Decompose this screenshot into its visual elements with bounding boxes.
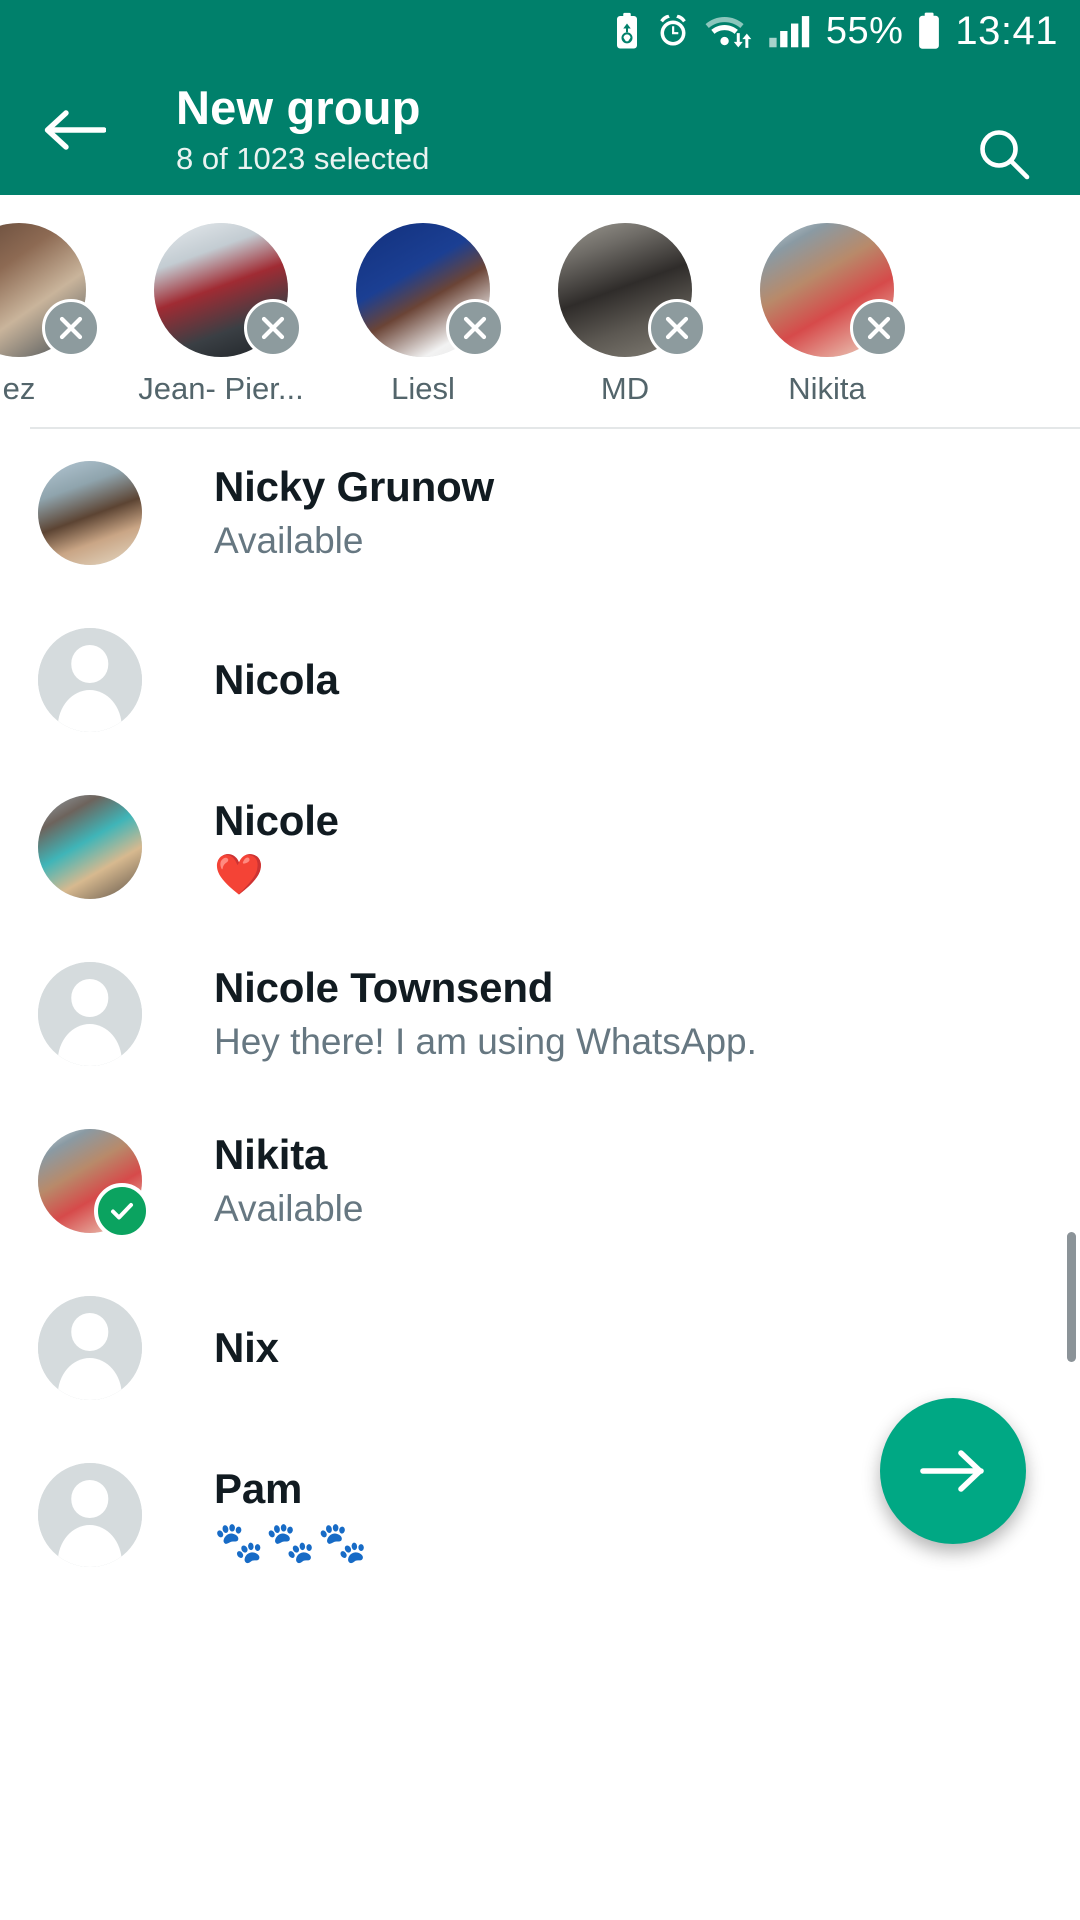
contact-list[interactable]: Nicky Grunow Available Nicola Nicole ❤️ Nicol…: [0, 429, 1080, 1920]
app-bar: New group 8 of 1023 selected: [0, 62, 1080, 195]
wifi-icon: [704, 12, 756, 50]
contact-row[interactable]: Nicole ❤️: [0, 763, 1080, 930]
contact-status-label: Available: [214, 1187, 364, 1229]
chip-name-label: Jean- Pier...: [138, 371, 304, 406]
signal-icon: [769, 12, 813, 50]
remove-chip-button[interactable]: [850, 299, 908, 357]
close-icon: [867, 316, 891, 340]
avatar-placeholder-icon: [38, 1462, 142, 1567]
clock-label: 13:41: [955, 9, 1058, 53]
contact-text: Pam 🐾🐾🐾: [214, 1463, 369, 1567]
contact-name-label: Nicole Townsend: [214, 963, 554, 1011]
next-fab-button[interactable]: [880, 1398, 1026, 1544]
contact-name-label: Nikita: [214, 1130, 328, 1178]
avatar-placeholder-icon: [38, 627, 142, 732]
battery-saver-icon: [612, 12, 642, 50]
avatar-placeholder-icon: [38, 961, 142, 1066]
page-title: New group: [176, 81, 421, 134]
alarm-icon: [655, 12, 691, 50]
contact-avatar: [38, 1128, 150, 1239]
contact-avatar: [38, 1462, 142, 1567]
app-bar-titles: New group 8 of 1023 selected: [176, 80, 429, 179]
status-bar: 55% 13:41: [0, 0, 1080, 62]
close-icon: [59, 316, 83, 340]
selected-contacts-strip[interactable]: ez Jean- Pier... Liesl MD Nikita: [0, 195, 1080, 427]
contact-avatar: [38, 627, 142, 732]
chip-name-label: MD: [600, 371, 650, 406]
contact-status-label: Hey there! I am using WhatsApp.: [214, 1020, 757, 1062]
selected-check-badge: [94, 1182, 150, 1239]
contact-avatar: [38, 1295, 142, 1400]
battery-percent-label: 55%: [825, 10, 904, 52]
contact-name-label: Nicky Grunow: [214, 462, 494, 510]
contact-avatar: [38, 460, 142, 565]
contact-name-label: Pam: [214, 1464, 303, 1512]
close-icon: [665, 316, 689, 340]
contact-text: Nicola: [214, 654, 339, 706]
remove-chip-button[interactable]: [42, 299, 100, 357]
contact-name-label: Nicola: [214, 655, 339, 703]
scrollbar-thumb[interactable]: [1067, 1232, 1076, 1362]
contact-row[interactable]: Nikita Available: [0, 1097, 1080, 1264]
check-icon: [111, 1202, 133, 1219]
contact-status-label: 🐾🐾🐾: [214, 1520, 370, 1565]
avatar-photo: [38, 460, 142, 565]
contact-avatar: [38, 794, 142, 899]
contact-name-label: Nicole: [214, 796, 339, 844]
remove-chip-button[interactable]: [446, 299, 504, 357]
arrow-right-icon: [920, 1450, 984, 1492]
selected-chip[interactable]: ez: [0, 195, 120, 427]
contact-row[interactable]: Nicola: [0, 596, 1080, 763]
contact-avatar: [38, 961, 142, 1066]
contact-text: Nikita Available: [214, 1129, 363, 1233]
selection-count-label: 8 of 1023 selected: [176, 141, 430, 176]
remove-chip-button[interactable]: [244, 299, 302, 357]
back-arrow-icon: [44, 110, 106, 150]
chip-name-label: ez: [2, 371, 36, 406]
selected-chip[interactable]: Jean- Pier...: [120, 195, 322, 427]
back-button[interactable]: [38, 94, 110, 166]
selected-chip[interactable]: MD: [524, 195, 726, 427]
contact-text: Nicole Townsend Hey there! I am using Wha…: [214, 962, 757, 1066]
contact-text: Nicole ❤️: [214, 795, 339, 899]
contact-text: Nix: [214, 1322, 279, 1374]
contact-status-label: ❤️: [214, 852, 266, 897]
remove-chip-button[interactable]: [648, 299, 706, 357]
contact-text: Nicky Grunow Available: [214, 461, 494, 565]
selected-chip[interactable]: Liesl: [322, 195, 524, 427]
chip-name-label: Nikita: [788, 371, 866, 406]
close-icon: [261, 316, 285, 340]
close-icon: [463, 316, 487, 340]
avatar-photo: [38, 794, 142, 899]
avatar-placeholder-icon: [38, 1295, 142, 1400]
search-icon: [980, 130, 1030, 180]
app-screen: 55% 13:41 New group 8 of 1023 selected e…: [0, 0, 1080, 1920]
contact-status-label: Available: [214, 519, 364, 561]
chip-name-label: Liesl: [391, 371, 455, 406]
contact-name-label: Nix: [214, 1323, 279, 1371]
selected-chip[interactable]: Nikita: [726, 195, 928, 427]
search-button[interactable]: [968, 118, 1040, 190]
contact-row[interactable]: Nicole Townsend Hey there! I am using Wha…: [0, 930, 1080, 1097]
battery-icon: [916, 12, 942, 50]
contact-row[interactable]: Nicky Grunow Available: [0, 429, 1080, 596]
selected-chip-list: ez Jean- Pier... Liesl MD Nikita: [0, 195, 928, 427]
